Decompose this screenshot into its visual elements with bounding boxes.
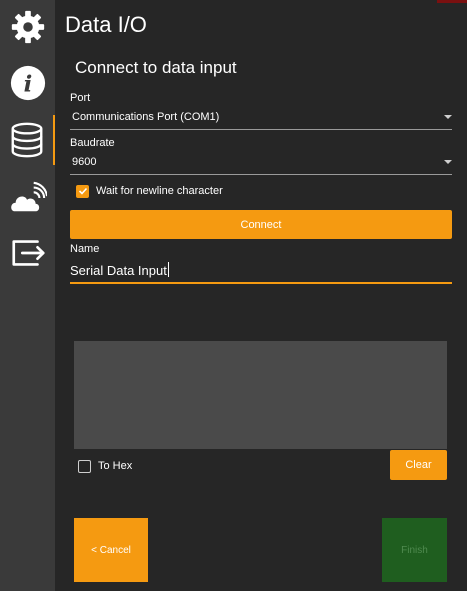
wait-newline-checkbox[interactable]: Wait for newline character <box>76 183 223 199</box>
sidebar-item-data[interactable] <box>0 115 55 165</box>
finish-button[interactable]: Finish <box>382 518 447 582</box>
name-label: Name <box>70 243 100 255</box>
cloud-signal-icon <box>10 181 47 212</box>
name-input[interactable]: Serial Data Input <box>70 256 452 284</box>
baudrate-value: 9600 <box>72 156 97 168</box>
sidebar-item-info[interactable]: i <box>0 58 55 108</box>
page-title: Data I/O <box>65 12 147 37</box>
chevron-down-icon <box>444 160 452 164</box>
port-select[interactable]: Communications Port (COM1) <box>70 106 452 130</box>
database-icon <box>11 122 42 158</box>
sidebar-item-settings[interactable] <box>0 2 55 52</box>
info-icon: i <box>10 65 45 101</box>
baudrate-select[interactable]: 9600 <box>70 151 452 175</box>
wait-newline-label: Wait for newline character <box>96 185 223 197</box>
port-label: Port <box>70 92 91 104</box>
to-hex-checkbox[interactable]: To Hex <box>78 458 132 474</box>
checkbox-checked[interactable] <box>76 184 89 198</box>
name-value: Serial Data Input <box>70 263 167 278</box>
gear-icon <box>11 10 44 44</box>
svg-text:i: i <box>23 72 32 98</box>
connect-button[interactable]: Connect <box>70 210 452 239</box>
export-icon <box>11 240 45 266</box>
baudrate-label: Baudrate <box>70 137 115 149</box>
clear-button[interactable]: Clear <box>390 450 447 480</box>
cancel-button[interactable]: < Cancel <box>74 518 148 582</box>
port-value: Communications Port (COM1) <box>72 111 220 123</box>
checkbox-unchecked[interactable] <box>78 459 91 473</box>
sidebar-item-cloud[interactable] <box>0 173 55 223</box>
serial-output-area[interactable] <box>74 341 447 449</box>
to-hex-label: To Hex <box>98 460 133 472</box>
checkmark-icon <box>78 187 87 195</box>
sidebar-item-export[interactable] <box>0 228 55 278</box>
main-panel: Data I/O Connect to data input Port Comm… <box>55 0 467 591</box>
chevron-down-icon <box>444 115 452 119</box>
page-subtitle: Connect to data input <box>75 58 237 77</box>
sidebar: i <box>0 0 55 591</box>
text-cursor <box>167 262 169 277</box>
